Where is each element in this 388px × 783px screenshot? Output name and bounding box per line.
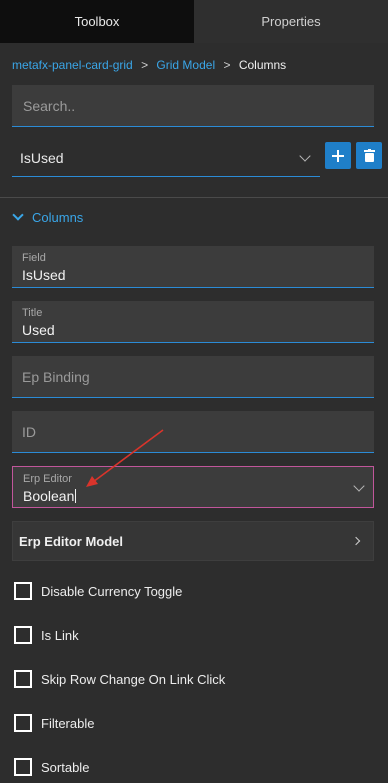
checkbox-icon[interactable] <box>14 626 32 644</box>
title-label: Title <box>22 307 43 319</box>
checkbox-icon[interactable] <box>14 670 32 688</box>
title-value: Used <box>22 322 55 338</box>
chevron-down-icon <box>299 150 311 162</box>
field-label: Field <box>22 252 46 264</box>
erp-editor-model-label: Erp Editor Model <box>19 534 123 549</box>
search-box <box>12 85 374 127</box>
breadcrumb: metafx-panel-card-grid > Grid Model > Co… <box>12 58 286 72</box>
breadcrumb-separator: > <box>141 58 149 72</box>
checkbox-label: Filterable <box>41 715 95 731</box>
breadcrumb-item-panel-card-grid[interactable]: metafx-panel-card-grid <box>12 58 133 72</box>
checkbox-label: Is Link <box>41 627 79 643</box>
checkbox-label: Skip Row Change On Link Click <box>41 671 226 687</box>
breadcrumb-current: Columns <box>238 58 287 72</box>
text-caret <box>75 489 77 503</box>
checkbox-disable-currency-toggle[interactable]: Disable Currency Toggle <box>14 582 182 600</box>
checkbox-icon[interactable] <box>14 582 32 600</box>
checkbox-skip-row-change[interactable]: Skip Row Change On Link Click <box>14 670 225 688</box>
search-input[interactable] <box>12 85 374 126</box>
erp-editor-value-wrap: Boolean <box>23 488 77 504</box>
id-input[interactable]: ID <box>12 411 374 453</box>
erp-editor-model-expander[interactable]: Erp Editor Model <box>12 521 374 561</box>
chevron-down-icon <box>12 209 24 221</box>
column-select[interactable]: IsUsed <box>12 140 320 177</box>
erp-editor-label: Erp Editor <box>23 473 72 485</box>
checkbox-icon[interactable] <box>14 758 32 776</box>
ep-binding-placeholder: Ep Binding <box>22 369 90 385</box>
breadcrumb-separator: > <box>223 58 231 72</box>
ep-binding-input[interactable]: Ep Binding <box>12 356 374 398</box>
delete-column-button[interactable] <box>356 142 382 169</box>
panel-tabs: Toolbox Properties <box>0 0 388 43</box>
erp-editor-value: Boolean <box>23 488 75 504</box>
section-label: Columns <box>32 209 84 225</box>
checkbox-sortable[interactable]: Sortable <box>14 758 89 776</box>
id-placeholder: ID <box>22 424 36 440</box>
checkbox-filterable[interactable]: Filterable <box>14 714 94 732</box>
column-select-value: IsUsed <box>20 150 64 166</box>
tab-properties[interactable]: Properties <box>194 0 388 43</box>
add-column-button[interactable] <box>325 142 351 169</box>
checkbox-label: Disable Currency Toggle <box>41 583 183 599</box>
trash-icon <box>363 149 375 162</box>
checkbox-is-link[interactable]: Is Link <box>14 626 79 644</box>
chevron-down-icon <box>353 480 365 492</box>
checkbox-label: Sortable <box>41 759 90 775</box>
field-value: IsUsed <box>22 267 66 283</box>
breadcrumb-item-grid-model[interactable]: Grid Model <box>156 58 215 72</box>
title-input[interactable]: Title Used <box>12 301 374 343</box>
field-input[interactable]: Field IsUsed <box>12 246 374 288</box>
tab-toolbox[interactable]: Toolbox <box>0 0 194 43</box>
checkbox-icon[interactable] <box>14 714 32 732</box>
plus-icon <box>332 149 344 162</box>
chevron-right-icon <box>351 536 361 546</box>
columns-section-toggle[interactable]: Columns <box>12 208 83 226</box>
erp-editor-select[interactable]: Erp Editor Boolean <box>12 466 374 508</box>
section-divider <box>0 197 388 198</box>
